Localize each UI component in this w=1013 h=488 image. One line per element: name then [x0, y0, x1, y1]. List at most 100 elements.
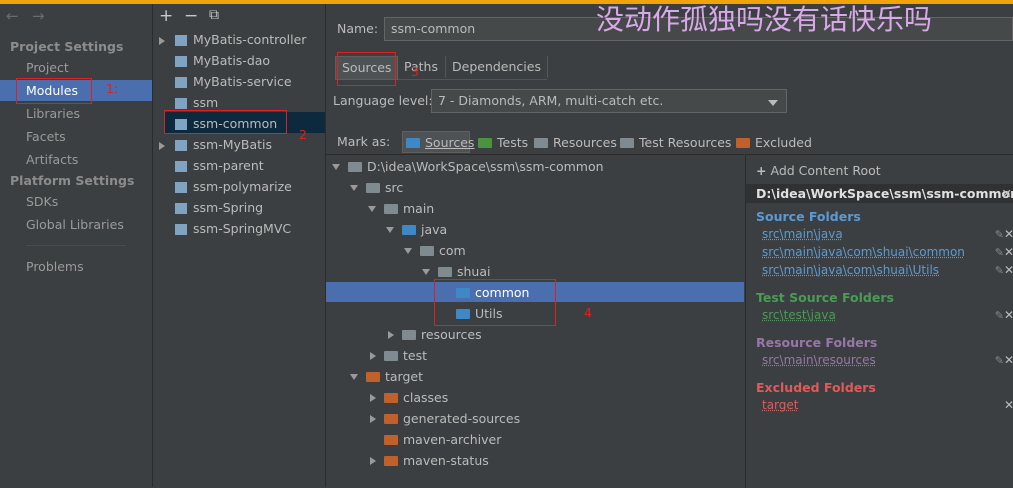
tree-node-label: src	[385, 180, 403, 195]
module-item[interactable]: MyBatis-controller	[193, 32, 306, 47]
tree-node[interactable]: main	[384, 199, 434, 219]
mark-as-tests-label: Tests	[497, 135, 528, 150]
sidebar-item-global-libraries[interactable]: Global Libraries	[26, 217, 124, 232]
sidebar-item-libraries[interactable]: Libraries	[26, 106, 80, 121]
tree-node-label: maven-status	[403, 453, 489, 468]
module-item[interactable]: ssm-Spring	[193, 200, 263, 215]
tree-node[interactable]: target	[366, 367, 423, 387]
mark-as-excluded-label: Excluded	[755, 135, 812, 150]
remove-folder-icon[interactable]: ✕	[1004, 245, 1013, 259]
tree-node[interactable]: maven-archiver	[384, 430, 501, 450]
folder-icon	[384, 393, 398, 403]
remove-root-icon[interactable]: ✕	[1002, 186, 1012, 201]
module-item[interactable]: ssm-MyBatis	[193, 137, 272, 152]
module-icon	[175, 140, 187, 151]
content-tree: D:\idea\WorkSpace\ssm\ssm-common src main j…	[326, 154, 744, 488]
module-item[interactable]: MyBatis-dao	[193, 53, 270, 68]
folder-icon	[420, 246, 434, 256]
tree-node[interactable]: com	[420, 241, 466, 261]
mark-as-sources-label: Sources	[425, 135, 474, 150]
language-level-select[interactable]: 7 - Diamonds, ARM, multi-catch etc.	[431, 89, 787, 113]
module-icon	[175, 35, 187, 46]
remove-folder-icon[interactable]: ✕	[1004, 308, 1013, 322]
module-item[interactable]: ssm-polymarize	[193, 179, 292, 194]
tree-node[interactable]: java	[402, 220, 447, 240]
expand-arrow-icon[interactable]	[159, 37, 165, 45]
tree-node[interactable]: test	[384, 346, 427, 366]
tab-paths[interactable]: Paths	[398, 56, 444, 78]
remove-folder-icon[interactable]: ✕	[1004, 353, 1013, 367]
sidebar-item-sdks[interactable]: SDKs	[26, 194, 58, 209]
mark-as-resources[interactable]: Resources	[534, 135, 617, 150]
copy-module-icon[interactable]: ⧉	[209, 7, 219, 23]
folder-icon	[384, 435, 398, 445]
edit-properties-icon[interactable]: ✎	[995, 264, 1004, 277]
module-item[interactable]: ssm-common	[193, 116, 277, 131]
resource-folders-title: Resource Folders	[756, 335, 877, 350]
expand-arrow-icon[interactable]	[370, 394, 376, 402]
collapse-arrow-icon[interactable]	[422, 269, 430, 275]
mark-as-excluded[interactable]: Excluded	[736, 135, 812, 150]
tree-node-label: resources	[421, 327, 482, 342]
module-item[interactable]: ssm	[193, 95, 218, 110]
sidebar-item-project[interactable]: Project	[26, 60, 69, 75]
module-icon	[175, 224, 187, 235]
remove-folder-icon[interactable]: ✕	[1004, 263, 1013, 277]
tree-node[interactable]: D:\idea\WorkSpace\ssm\ssm-common	[348, 157, 604, 177]
expand-arrow-icon[interactable]	[370, 352, 376, 360]
remove-folder-icon[interactable]: ✕	[1004, 398, 1013, 412]
test-source-folders-item[interactable]: src\test\java	[762, 308, 836, 322]
tree-node-label: generated-sources	[403, 411, 520, 426]
folder-icon	[402, 225, 416, 235]
mark-as-test-resources[interactable]: Test Resources	[620, 135, 731, 150]
module-item[interactable]: ssm-parent	[193, 158, 264, 173]
module-item[interactable]: MyBatis-service	[193, 74, 292, 89]
tree-node-label: maven-archiver	[403, 432, 501, 447]
edit-properties-icon[interactable]: ✎	[995, 228, 1004, 241]
expand-arrow-icon[interactable]	[370, 415, 376, 423]
remove-folder-icon[interactable]: ✕	[1004, 227, 1013, 241]
excluded-folders-item[interactable]: target	[762, 398, 799, 412]
sidebar-item-problems[interactable]: Problems	[26, 259, 84, 274]
module-detail-panel: Name: ssm-common 没动作孤独吗没有话快乐吗 Sources Pa…	[326, 4, 1013, 487]
forward-icon[interactable]: →	[32, 7, 45, 25]
module-item[interactable]: ssm-SpringMVC	[193, 221, 291, 236]
tab-dependencies[interactable]: Dependencies	[445, 56, 548, 78]
collapse-arrow-icon[interactable]	[368, 206, 376, 212]
edit-properties-icon[interactable]: ✎	[995, 246, 1004, 259]
edit-properties-icon[interactable]: ✎	[995, 354, 1004, 367]
tree-node[interactable]: generated-sources	[384, 409, 520, 429]
tree-node[interactable]: classes	[384, 388, 448, 408]
source-folders-item[interactable]: src\main\java	[762, 227, 843, 241]
collapse-arrow-icon[interactable]	[404, 248, 412, 254]
sidebar-item-facets[interactable]: Facets	[26, 129, 66, 144]
source-folders-title: Source Folders	[756, 209, 861, 224]
tree-node[interactable]: src	[366, 178, 403, 198]
source-folders-item[interactable]: src\main\java\com\shuai\common	[762, 245, 965, 259]
expand-arrow-icon[interactable]	[370, 457, 376, 465]
source-folders-item[interactable]: src\main\java\com\shuai\Utils	[762, 263, 939, 277]
tree-node[interactable]: resources	[402, 325, 482, 345]
expand-arrow-icon[interactable]	[159, 142, 165, 150]
annotation-label-3: 3	[411, 64, 419, 79]
language-level-value: 7 - Diamonds, ARM, multi-catch etc.	[438, 93, 663, 108]
add-content-root-button[interactable]: + Add Content Root	[756, 163, 881, 178]
edit-properties-icon[interactable]: ✎	[995, 309, 1004, 322]
remove-module-icon[interactable]: −	[184, 6, 198, 26]
sidebar-item-artifacts[interactable]: Artifacts	[26, 152, 78, 167]
mark-as-tests[interactable]: Tests	[478, 135, 528, 150]
expand-arrow-icon[interactable]	[388, 331, 394, 339]
collapse-arrow-icon[interactable]	[350, 185, 358, 191]
collapse-arrow-icon[interactable]	[350, 374, 358, 380]
mark-as-sources[interactable]: Sources	[406, 135, 474, 150]
collapse-arrow-icon[interactable]	[386, 227, 394, 233]
tree-node[interactable]: maven-status	[384, 451, 489, 471]
collapse-arrow-icon[interactable]	[332, 164, 340, 170]
back-icon[interactable]: ←	[6, 7, 19, 25]
module-icon	[175, 182, 187, 193]
tree-node-label: main	[403, 201, 434, 216]
annotation-box-1	[16, 78, 92, 104]
settings-sidebar: ← → Project Settings Project Modules 1: …	[0, 4, 153, 487]
resource-folders-item[interactable]: src\main\resources	[762, 353, 876, 367]
add-module-icon[interactable]: +	[159, 6, 173, 26]
